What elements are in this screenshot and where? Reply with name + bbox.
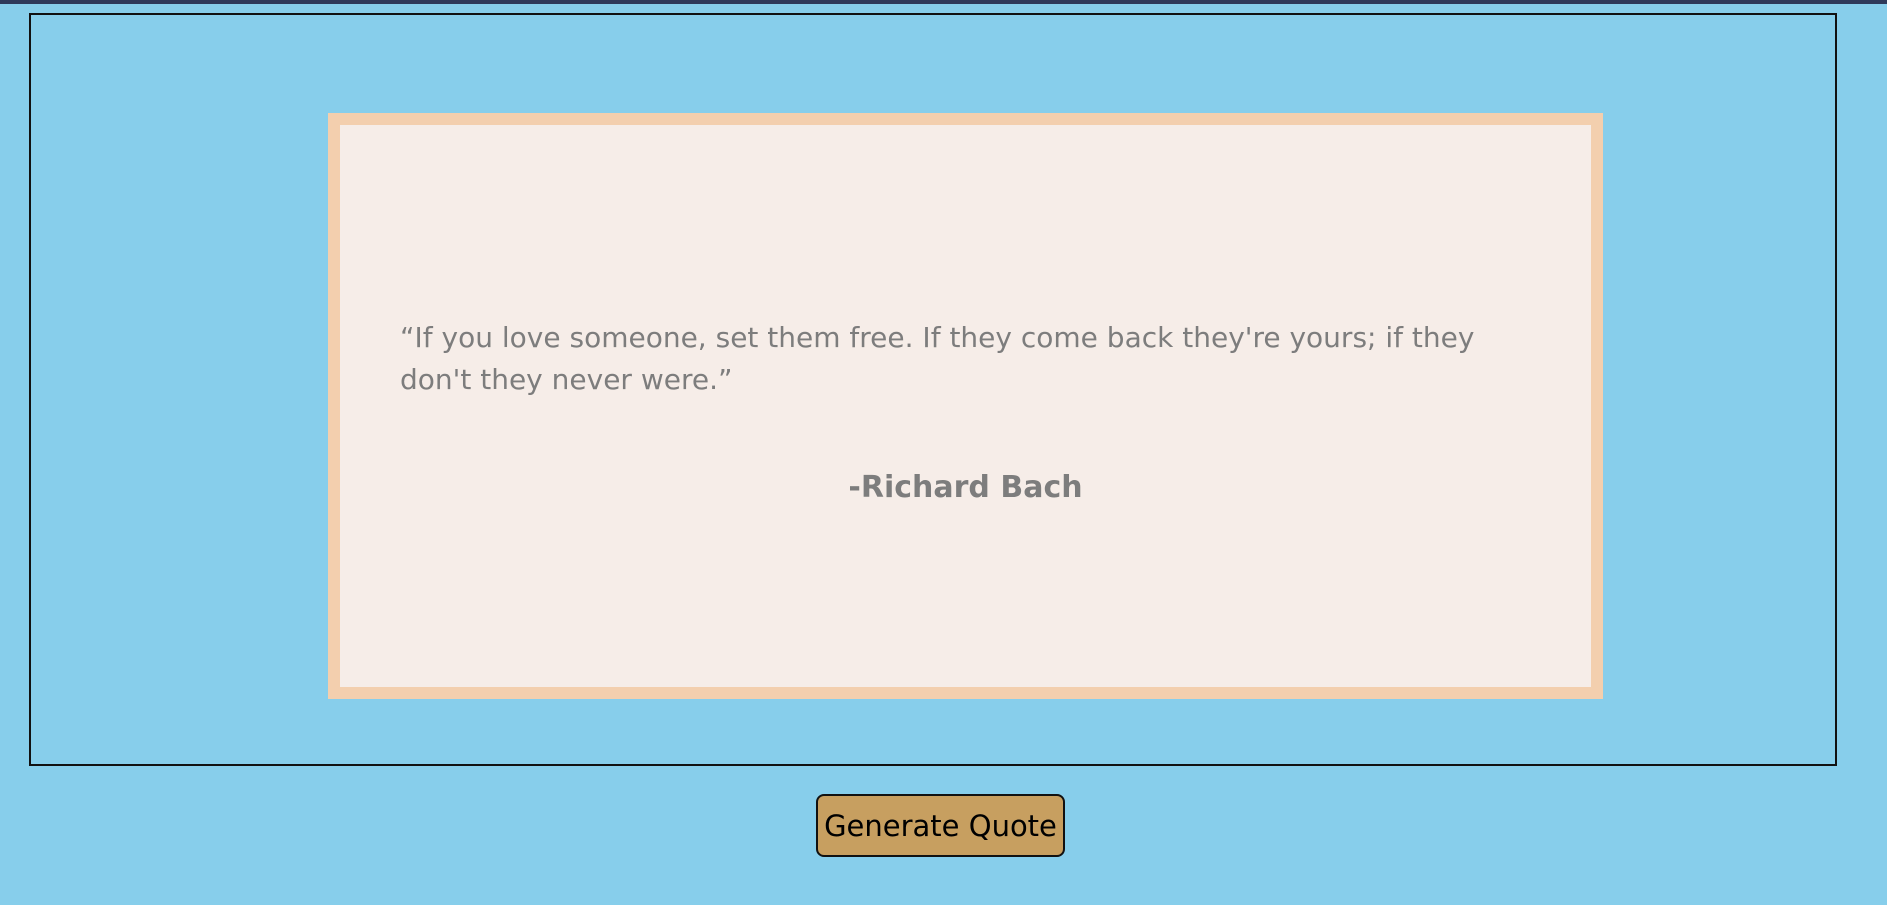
quote-author: -Richard Bach	[848, 470, 1083, 505]
quote-card: “If you love someone, set them free. If …	[328, 113, 1603, 699]
quote-container: “If you love someone, set them free. If …	[29, 13, 1837, 766]
generate-quote-button[interactable]: Generate Quote	[816, 794, 1065, 857]
quote-text: “If you love someone, set them free. If …	[400, 321, 1475, 396]
top-edge-bar	[0, 0, 1887, 4]
